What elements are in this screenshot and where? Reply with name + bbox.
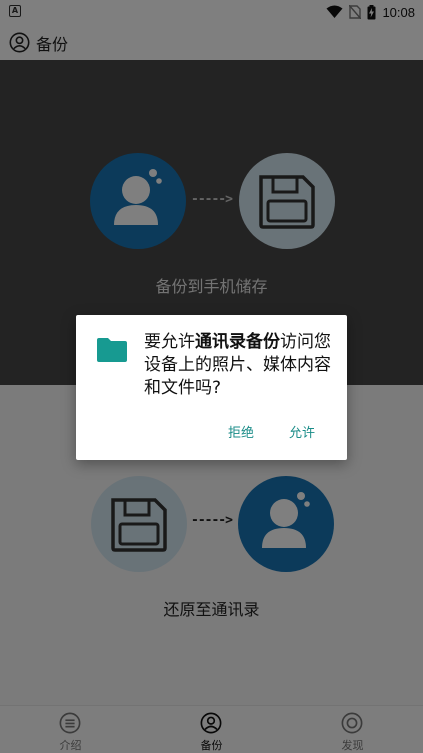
allow-button[interactable]: 允许 (285, 420, 319, 443)
app-name: 通讯录备份 (195, 332, 280, 352)
deny-button[interactable]: 拒绝 (224, 420, 258, 443)
permission-dialog: 要允许通讯录备份访问您设备上的照片、媒体内容和文件吗? 拒绝 允许 (76, 315, 347, 460)
folder-icon (97, 338, 127, 362)
permission-message: 要允许通讯录备份访问您设备上的照片、媒体内容和文件吗? (144, 332, 331, 398)
